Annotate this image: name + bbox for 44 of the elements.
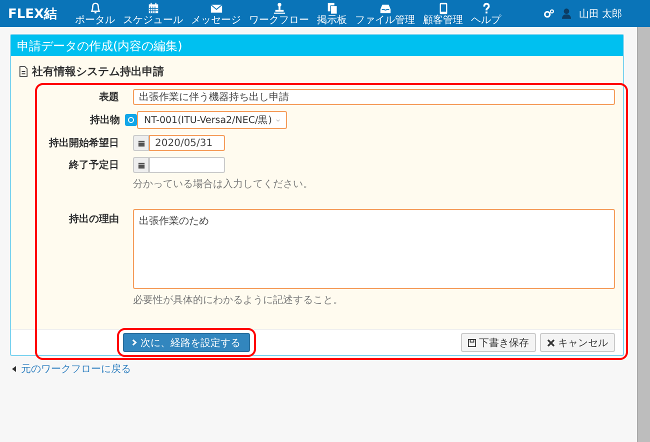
app-logo[interactable]: FLEX結 — [8, 4, 58, 22]
title-input[interactable]: 出張作業に伴う機器持ち出し申請 — [133, 89, 615, 105]
field-label: 持出開始希望日 — [49, 136, 119, 150]
calendar-button[interactable] — [133, 157, 149, 173]
nav-item[interactable]: 顧客管理 — [423, 2, 464, 26]
cancel-button[interactable]: キャンセル — [540, 333, 615, 352]
next-step-button[interactable]: 次に、経路を設定する — [122, 333, 250, 352]
scrollbar[interactable] — [637, 27, 650, 442]
bell-icon — [88, 2, 102, 14]
settings-icon[interactable] — [544, 9, 554, 18]
field-hint: 分かっている場合は入力してください。 — [133, 178, 314, 191]
field-label: 表題 — [99, 90, 119, 104]
field-hint: 必要性が具体的にわかるように記述すること。 — [133, 294, 344, 307]
form-title: 社有情報システム持出申請 — [32, 64, 164, 79]
nav-item[interactable]: スケジュール — [123, 2, 184, 26]
stamp-icon — [272, 2, 286, 14]
date-input[interactable]: 2020/05/31 — [149, 135, 225, 151]
document-icon — [19, 66, 28, 77]
calendar-button[interactable] — [133, 135, 149, 151]
panel-title: 申請データの作成(内容の編集) — [11, 35, 623, 56]
save-draft-button[interactable]: 下書き保存 — [461, 333, 536, 352]
nav-item[interactable]: ポータル — [75, 2, 116, 26]
picker-icon[interactable] — [125, 114, 137, 126]
nav-item[interactable]: メッセージ — [191, 2, 242, 26]
field-label: 持出物 — [90, 114, 120, 127]
back-link[interactable]: 元のワークフローに戻る — [21, 362, 131, 376]
field-label: 終了予定日 — [69, 158, 119, 172]
chevron-right-icon — [132, 339, 136, 346]
back-arrow-icon — [12, 366, 16, 372]
field-label: 持出の理由 — [69, 212, 119, 226]
item-dropdown[interactable]: NT-001(ITU-Versa2/NEC/黒) — [137, 111, 287, 129]
reason-textarea[interactable]: 出張作業のため — [133, 209, 615, 289]
date-input[interactable] — [149, 157, 225, 173]
close-icon — [547, 338, 555, 346]
calendar-icon — [138, 140, 144, 146]
user-icon — [562, 8, 571, 19]
save-icon — [468, 338, 476, 346]
nav-item[interactable]: ヘルプ — [471, 2, 502, 26]
nav-item[interactable]: 掲示板 — [317, 2, 348, 26]
calendar-icon — [138, 162, 144, 168]
nav-item[interactable]: ファイル管理 — [355, 2, 416, 26]
user-name[interactable]: 山田 太郎 — [578, 6, 622, 20]
nav-item[interactable]: ワークフロー — [249, 2, 310, 26]
chevron-down-icon — [276, 118, 280, 122]
